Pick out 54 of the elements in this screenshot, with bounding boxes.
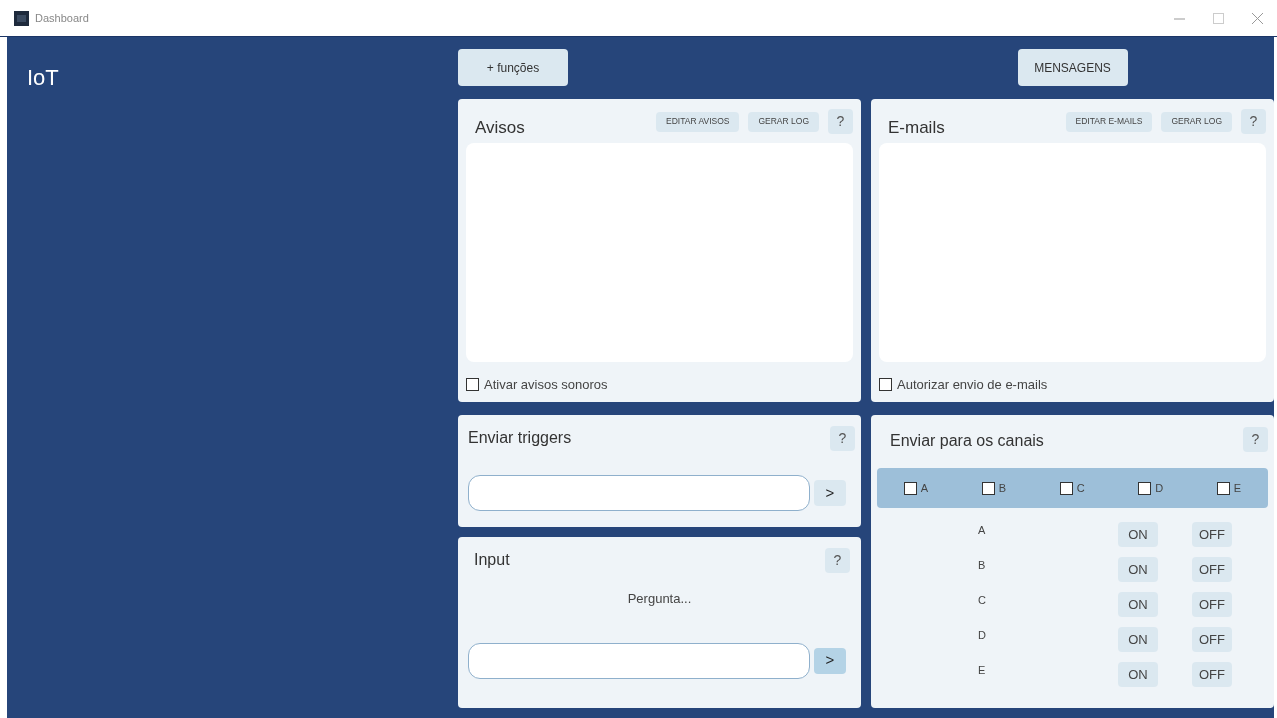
checkbox-label[interactable]: D bbox=[1155, 479, 1164, 497]
panel-action-button[interactable]: GERAR LOG bbox=[748, 111, 819, 132]
checkbox-label[interactable]: B bbox=[998, 479, 1007, 497]
off-button[interactable]: OFF bbox=[1192, 592, 1232, 617]
panel-title: E-mails bbox=[888, 117, 946, 139]
question-text: Pergunta... bbox=[627, 590, 692, 608]
checkbox[interactable] bbox=[1216, 481, 1230, 495]
help-button[interactable]: ? bbox=[825, 548, 850, 573]
functions-button[interactable]: + funções bbox=[458, 49, 568, 86]
off-button[interactable]: OFF bbox=[1192, 557, 1232, 582]
text-input[interactable] bbox=[468, 475, 810, 511]
messages-button[interactable]: MENSAGENS bbox=[1017, 49, 1128, 86]
channel-label: D bbox=[978, 628, 987, 644]
on-button[interactable]: ON bbox=[1118, 627, 1158, 652]
help-button[interactable]: ? bbox=[830, 426, 855, 451]
checkbox[interactable] bbox=[1059, 481, 1073, 495]
on-button[interactable]: ON bbox=[1118, 662, 1158, 687]
checkbox[interactable] bbox=[466, 377, 479, 391]
off-button[interactable]: OFF bbox=[1192, 627, 1232, 652]
on-button[interactable]: ON bbox=[1118, 522, 1158, 547]
help-button[interactable]: ? bbox=[1241, 109, 1266, 134]
panel-title: Enviar para os canais bbox=[890, 431, 1044, 451]
checkbox[interactable] bbox=[879, 377, 892, 391]
panel-title: Avisos bbox=[475, 117, 526, 139]
app-label: IoT bbox=[27, 65, 59, 90]
off-button[interactable]: OFF bbox=[1192, 522, 1232, 547]
window-title: Dashboard bbox=[35, 10, 89, 26]
panel-action-button[interactable]: GERAR LOG bbox=[1161, 111, 1232, 132]
app-icon bbox=[14, 10, 29, 26]
checkbox-label[interactable]: A bbox=[920, 479, 929, 497]
checkbox-label[interactable]: C bbox=[1076, 479, 1085, 497]
panel-title: Enviar triggers bbox=[468, 428, 572, 448]
on-button[interactable]: ON bbox=[1118, 557, 1158, 582]
channel-label: C bbox=[978, 593, 987, 609]
channel-label: E bbox=[978, 663, 987, 679]
send-button[interactable]: > bbox=[814, 480, 846, 506]
text-input[interactable] bbox=[468, 642, 810, 679]
channel-label: B bbox=[978, 558, 987, 574]
checkbox[interactable] bbox=[981, 481, 995, 495]
channel-label: A bbox=[978, 523, 987, 539]
send-button[interactable]: > bbox=[814, 647, 846, 674]
help-button[interactable]: ? bbox=[1243, 427, 1268, 452]
panel-title: Input bbox=[474, 550, 510, 570]
on-button[interactable]: ON bbox=[1118, 592, 1158, 617]
panel-action-button[interactable]: EDITAR E-MAILS bbox=[1065, 111, 1153, 132]
checkbox-label[interactable]: Ativar avisos sonoros bbox=[484, 374, 608, 394]
close-icon[interactable] bbox=[1252, 12, 1263, 24]
checkbox[interactable] bbox=[903, 481, 917, 495]
checkbox[interactable] bbox=[1138, 481, 1152, 495]
panel-action-button[interactable]: EDITAR AVISOS bbox=[656, 111, 740, 132]
checkbox-label[interactable]: E bbox=[1233, 479, 1242, 497]
help-button[interactable]: ? bbox=[828, 109, 853, 134]
off-button[interactable]: OFF bbox=[1192, 662, 1232, 687]
checkbox-label[interactable]: Autorizar envio de e-mails bbox=[897, 374, 1048, 394]
